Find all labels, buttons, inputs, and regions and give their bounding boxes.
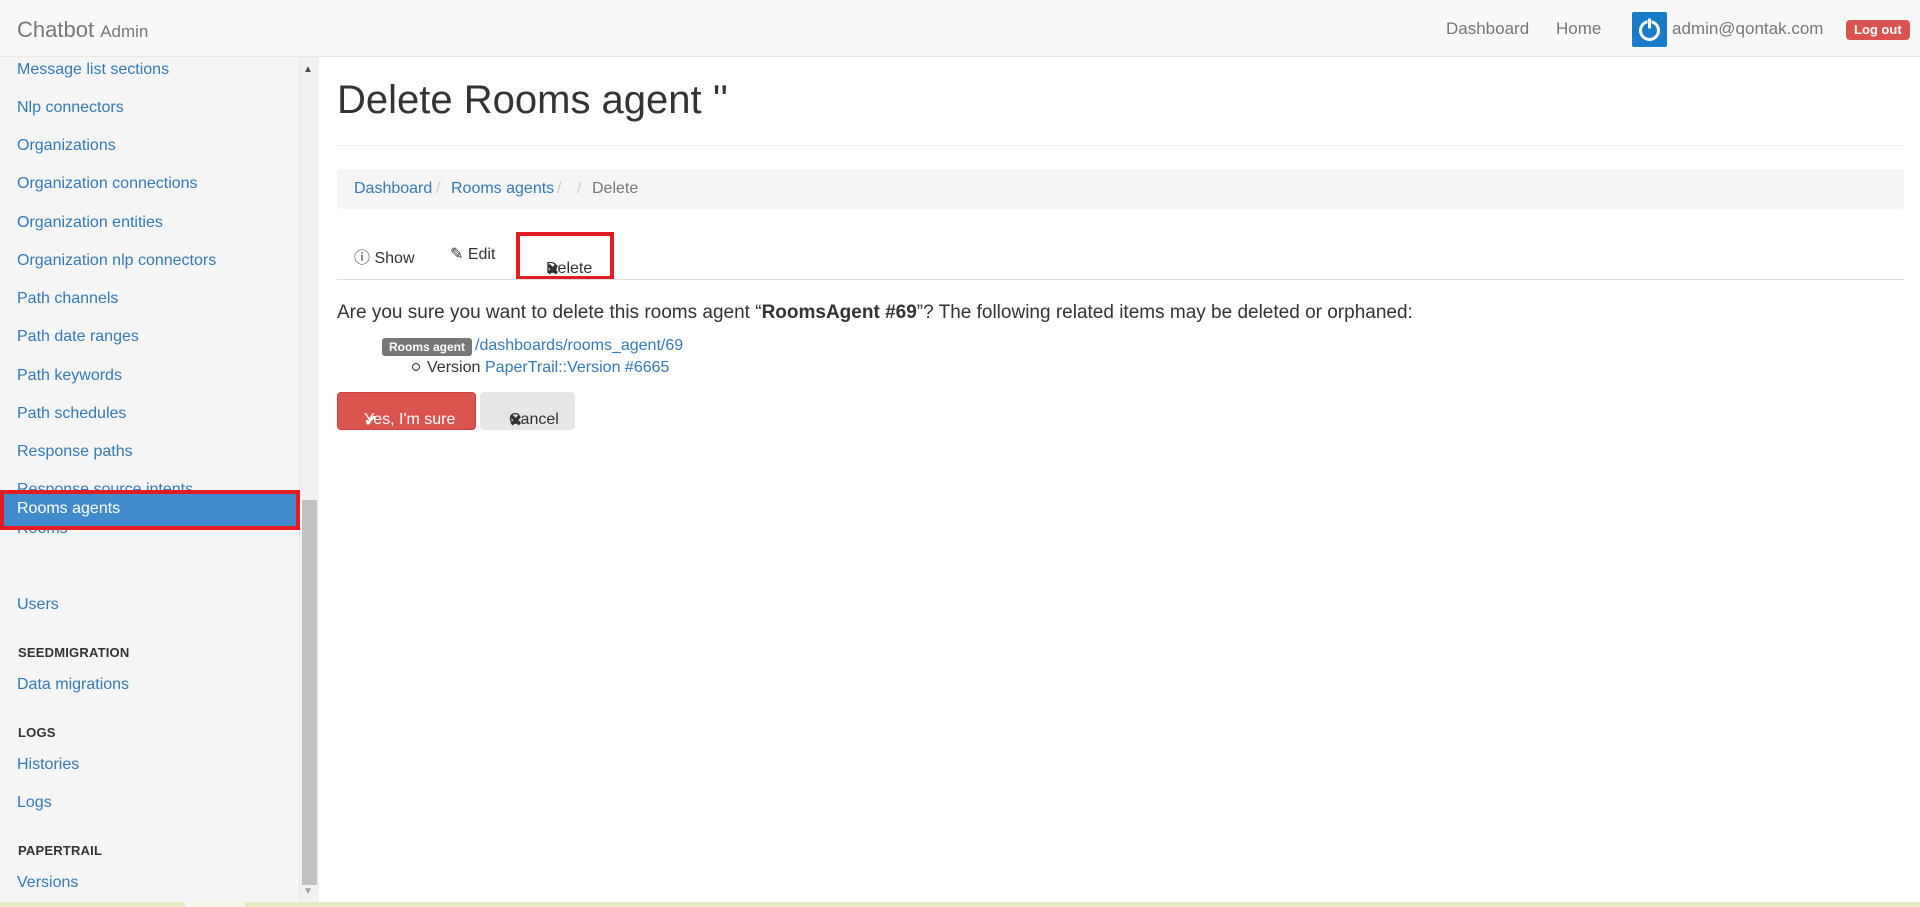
cancel-label: Cancel [509,411,559,428]
sidebar-item-organization-entities[interactable]: Organization entities [17,214,163,232]
related-record-link[interactable]: /dashboards/rooms_agent/69 [475,337,683,355]
breadcrumb: Dashboard / Rooms agents / / Delete [337,169,1904,209]
sidebar-item-label: Rooms agents [17,500,121,517]
version-label: Version [427,359,481,376]
sidebar-item-data-migrations[interactable]: Data migrations [17,676,129,694]
bottom-strip [0,902,1920,907]
brand-subtitle: Admin [100,22,149,41]
nav-home-link[interactable]: Home [1556,19,1601,39]
sidebar-item-rooms-agents[interactable]: Rooms agents [0,490,300,530]
tab-delete[interactable]: ✖ Delete [516,232,614,280]
sidebar-item-organization-connections[interactable]: Organization connections [17,175,198,193]
scroll-up-arrow-icon[interactable]: ▲ [303,64,313,75]
pencil-icon: ✎ [450,246,464,263]
user-email[interactable]: admin@qontak.com [1672,19,1823,39]
tab-delete-label: Delete [546,260,593,277]
tab-show[interactable]: ⓘ Show [354,244,415,268]
sidebar-item-message-list-sections[interactable]: Message list sections [17,61,169,79]
sidebar-item-path-schedules[interactable]: Path schedules [17,405,126,423]
breadcrumb-rooms-agents[interactable]: Rooms agents [451,180,554,198]
scroll-down-arrow-icon[interactable]: ▼ [303,886,313,897]
confirm-record-name: RoomsAgent #69 [761,302,917,323]
confirm-delete-label: Yes, I'm sure [364,411,456,428]
sidebar-scroll-thumb[interactable] [302,500,317,885]
logout-button[interactable]: Log out [1846,20,1910,40]
breadcrumb-dashboard[interactable]: Dashboard [354,180,432,198]
brand-title: Chatbot [17,17,95,42]
top-navbar: Chatbot Admin Dashboard Home admin@qonta… [0,0,1920,57]
breadcrumb-separator: / [557,180,562,197]
sidebar-item-path-keywords[interactable]: Path keywords [17,367,122,385]
info-circle-icon: ⓘ [354,250,371,267]
sidebar-item-logs[interactable]: Logs [17,794,52,812]
confirm-text-before: Are you sure you want to delete this roo… [337,302,762,323]
tab-show-label: Show [374,250,415,267]
sidebar-item-organization-nlp-connectors[interactable]: Organization nlp connectors [17,252,216,270]
confirm-text-after: ”? The following related items may be de… [916,302,1413,323]
sidebar-item-nlp-connectors[interactable]: Nlp connectors [17,99,124,117]
sidebar: Message list sections Nlp connectors Org… [0,57,300,907]
bottom-strip-highlight [185,902,245,907]
sidebar-section-seedmigration: SEEDMIGRATION [18,645,130,660]
sidebar-item-users[interactable]: Users [17,596,59,614]
brand-link[interactable]: Chatbot Admin [17,17,148,43]
user-avatar[interactable] [1632,12,1667,47]
sidebar-item-organizations[interactable]: Organizations [17,137,116,155]
tabs-divider [337,279,1904,280]
sidebar-item-versions[interactable]: Versions [17,874,78,892]
title-divider [337,145,1904,146]
breadcrumb-current: Delete [592,180,639,197]
nav-dashboard-link[interactable]: Dashboard [1446,19,1529,39]
delete-confirm-message: Are you sure you want to delete this roo… [337,302,1413,324]
breadcrumb-separator: / [577,180,582,197]
sidebar-item-response-paths[interactable]: Response paths [17,443,133,461]
confirm-delete-button[interactable]: ✔ Yes, I'm sure [337,392,476,430]
breadcrumb-separator: / [436,180,441,197]
power-icon [1639,18,1660,41]
cancel-button[interactable]: ✖ Cancel [480,392,575,430]
sidebar-section-logs: LOGS [18,725,56,740]
tab-edit[interactable]: ✎ Edit [450,244,495,264]
tab-edit-label: Edit [467,246,496,263]
sidebar-item-path-channels[interactable]: Path channels [17,290,118,308]
list-bullet-icon [412,363,420,371]
page-title: Delete Rooms agent '' [337,78,729,122]
related-type-badge: Rooms agent [382,338,473,356]
version-record-link[interactable]: PaperTrail::Version #6665 [485,359,669,377]
sidebar-section-papertrail: PAPERTRAIL [18,843,103,858]
sidebar-item-histories[interactable]: Histories [17,756,79,774]
sidebar-item-path-date-ranges[interactable]: Path date ranges [17,328,139,346]
